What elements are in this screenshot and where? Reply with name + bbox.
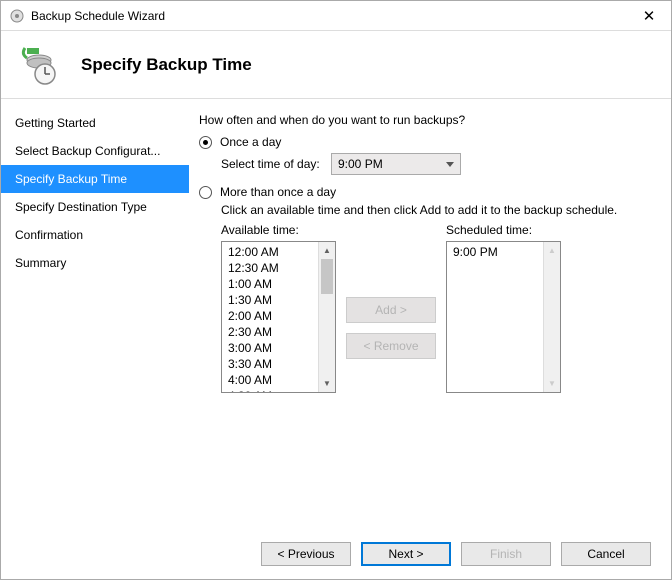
radio-more-than-once[interactable] (199, 186, 212, 199)
question-text: How often and when do you want to run ba… (199, 113, 651, 127)
wizard-steps-sidebar: Getting Started Select Backup Configurat… (1, 99, 189, 529)
close-button[interactable]: ✕ (627, 1, 671, 31)
scroll-down-icon[interactable]: ▼ (319, 375, 335, 392)
scroll-thumb[interactable] (321, 259, 333, 294)
option-more-than-once[interactable]: More than once a day (199, 185, 651, 199)
scroll-up-icon[interactable]: ▲ (319, 242, 335, 259)
sidebar-item-summary[interactable]: Summary (1, 249, 189, 277)
scroll-down-icon[interactable]: ▼ (544, 375, 560, 392)
wizard-main: How often and when do you want to run ba… (189, 99, 671, 529)
radio-once-a-day[interactable] (199, 136, 212, 149)
next-button[interactable]: Next > (361, 542, 451, 566)
scheduled-time-label: Scheduled time: (446, 223, 561, 237)
backup-clock-icon (17, 44, 59, 86)
sidebar-item-specify-backup-time[interactable]: Specify Backup Time (1, 165, 189, 193)
finish-button: Finish (461, 542, 551, 566)
time-of-day-value: 9:00 PM (338, 157, 383, 171)
add-button: Add > (346, 297, 436, 323)
option-multi-label: More than once a day (220, 185, 336, 199)
available-time-label: Available time: (221, 223, 336, 237)
sidebar-item-getting-started[interactable]: Getting Started (1, 109, 189, 137)
remove-button: < Remove (346, 333, 436, 359)
wizard-header: Specify Backup Time (1, 31, 671, 99)
window-title: Backup Schedule Wizard (31, 9, 627, 23)
sidebar-item-confirmation[interactable]: Confirmation (1, 221, 189, 249)
scrollbar[interactable]: ▲ ▼ (543, 242, 560, 392)
scroll-up-icon[interactable]: ▲ (544, 242, 560, 259)
wizard-body: Getting Started Select Backup Configurat… (1, 99, 671, 529)
sidebar-item-select-configuration[interactable]: Select Backup Configurat... (1, 137, 189, 165)
cancel-button[interactable]: Cancel (561, 542, 651, 566)
previous-button[interactable]: < Previous (261, 542, 351, 566)
multi-hint-text: Click an available time and then click A… (221, 203, 651, 217)
select-time-label: Select time of day: (221, 157, 331, 171)
wizard-window: Backup Schedule Wizard ✕ Specify Backup … (0, 0, 672, 580)
app-icon (9, 8, 25, 24)
available-time-listbox[interactable]: 12:00 AM 12:30 AM 1:00 AM 1:30 AM 2:00 A… (221, 241, 336, 393)
titlebar: Backup Schedule Wizard ✕ (1, 1, 671, 31)
scrollbar[interactable]: ▲ ▼ (318, 242, 335, 392)
scheduled-time-listbox[interactable]: 9:00 PM ▲ ▼ (446, 241, 561, 393)
sidebar-item-specify-destination-type[interactable]: Specify Destination Type (1, 193, 189, 221)
time-of-day-dropdown[interactable]: 9:00 PM (331, 153, 461, 175)
option-once-a-day[interactable]: Once a day (199, 135, 651, 149)
option-once-label: Once a day (220, 135, 281, 149)
page-title: Specify Backup Time (81, 55, 252, 75)
wizard-footer: < Previous Next > Finish Cancel (1, 529, 671, 579)
